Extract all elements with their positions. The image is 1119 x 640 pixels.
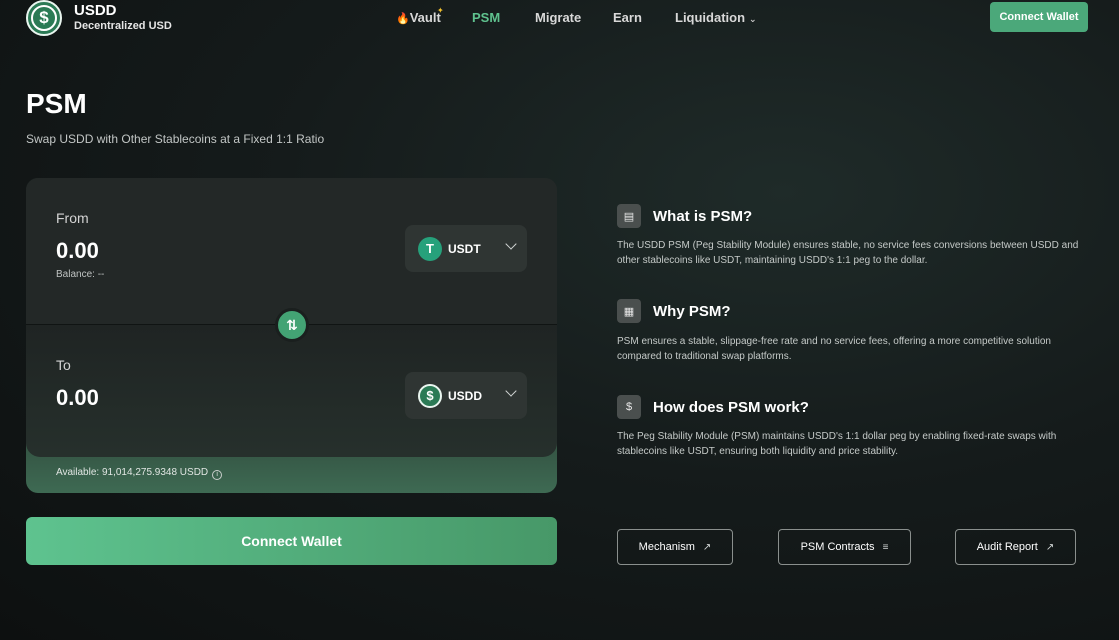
chevron-down-icon (505, 385, 517, 397)
nav-migrate[interactable]: Migrate (535, 10, 581, 25)
usdd-logo-icon[interactable]: $ (26, 0, 62, 36)
top-navbar: $ USDD Decentralized USD 🔥Vault ✦ PSM Mi… (0, 0, 1119, 36)
flame-icon: 🔥 (396, 13, 410, 25)
chevron-down-icon: ⌄ (749, 14, 757, 24)
how-title: How does PSM work? (653, 398, 809, 416)
why-title: Why PSM? (653, 302, 731, 320)
to-token-select[interactable]: $ USDD (405, 372, 527, 419)
audit-report-link[interactable]: Audit Report ↗ (955, 529, 1076, 565)
available-balance: Available: 91,014,275.9348 USDD i (56, 467, 223, 480)
usdd-icon: $ (418, 383, 442, 408)
why-psm-heading: ▦ Why PSM? (617, 299, 731, 323)
mechanism-link[interactable]: Mechanism ↗ (617, 529, 733, 565)
from-label: From (56, 210, 89, 226)
page-title: PSM (26, 88, 87, 119)
mechanism-label: Mechanism (638, 541, 695, 553)
nav-liquidation-label: Liquidation (675, 10, 746, 25)
from-balance: Balance: -- (56, 269, 105, 280)
from-token-name: USDT (448, 241, 481, 256)
chart-icon: ▤ (617, 204, 641, 228)
what-title: What is PSM? (653, 207, 753, 225)
connect-wallet-header-button[interactable]: Connect Wallet (990, 2, 1088, 32)
connect-wallet-button[interactable]: Connect Wallet (26, 517, 557, 565)
info-icon[interactable]: i (212, 470, 223, 480)
bank-icon: ▦ (617, 299, 641, 323)
audit-report-label: Audit Report (976, 541, 1038, 553)
how-psm-works-heading: $ How does PSM work? (617, 395, 809, 419)
what-is-psm-heading: ▤ What is PSM? (617, 204, 752, 228)
from-token-select[interactable]: T USDT (405, 225, 527, 272)
page-subtitle: Swap USDD with Other Stablecoins at a Fi… (26, 132, 325, 146)
from-panel: From 0.00 Balance: -- T USDT (26, 178, 557, 324)
what-text: The USDD PSM (Peg Stability Module) ensu… (617, 240, 1079, 266)
from-amount-input[interactable]: 0.00 (56, 238, 99, 264)
available-text: Available: 91,014,275.9348 USDD (56, 467, 209, 478)
psm-contracts-link[interactable]: PSM Contracts ≡ (778, 529, 911, 565)
usdt-icon: T (418, 236, 442, 261)
why-text: PSM ensures a stable, slippage-free rate… (617, 336, 1051, 362)
dollar-cycle-icon: $ (617, 395, 641, 419)
list-icon: ≡ (882, 541, 889, 553)
nav-vault[interactable]: 🔥Vault ✦ (396, 6, 444, 25)
external-link-icon: ↗ (1045, 541, 1055, 553)
nav-earn[interactable]: Earn (613, 10, 642, 25)
psm-contracts-label: PSM Contracts (800, 541, 875, 553)
chevron-down-icon (505, 238, 517, 250)
swap-arrows-icon: ⇅ (286, 316, 298, 333)
brand-name: USDD (74, 2, 117, 19)
to-panel: To 0.00 $ USDD (26, 325, 557, 457)
to-token-name: USDD (448, 388, 483, 403)
swap-direction-button[interactable]: ⇅ (275, 308, 309, 342)
brand-subtitle: Decentralized USD (74, 20, 172, 32)
nav-psm[interactable]: PSM (472, 10, 500, 25)
to-amount-input[interactable]: 0.00 (56, 385, 99, 411)
sparkle-icon: ✦ (437, 6, 444, 15)
external-link-icon: ↗ (702, 541, 712, 553)
to-label: To (56, 357, 71, 373)
how-text: The Peg Stability Module (PSM) maintains… (617, 431, 1057, 457)
swap-card: From 0.00 Balance: -- T USDT To 0.00 $ U… (26, 178, 557, 493)
nav-liquidation[interactable]: Liquidation ⌄ (675, 10, 757, 25)
